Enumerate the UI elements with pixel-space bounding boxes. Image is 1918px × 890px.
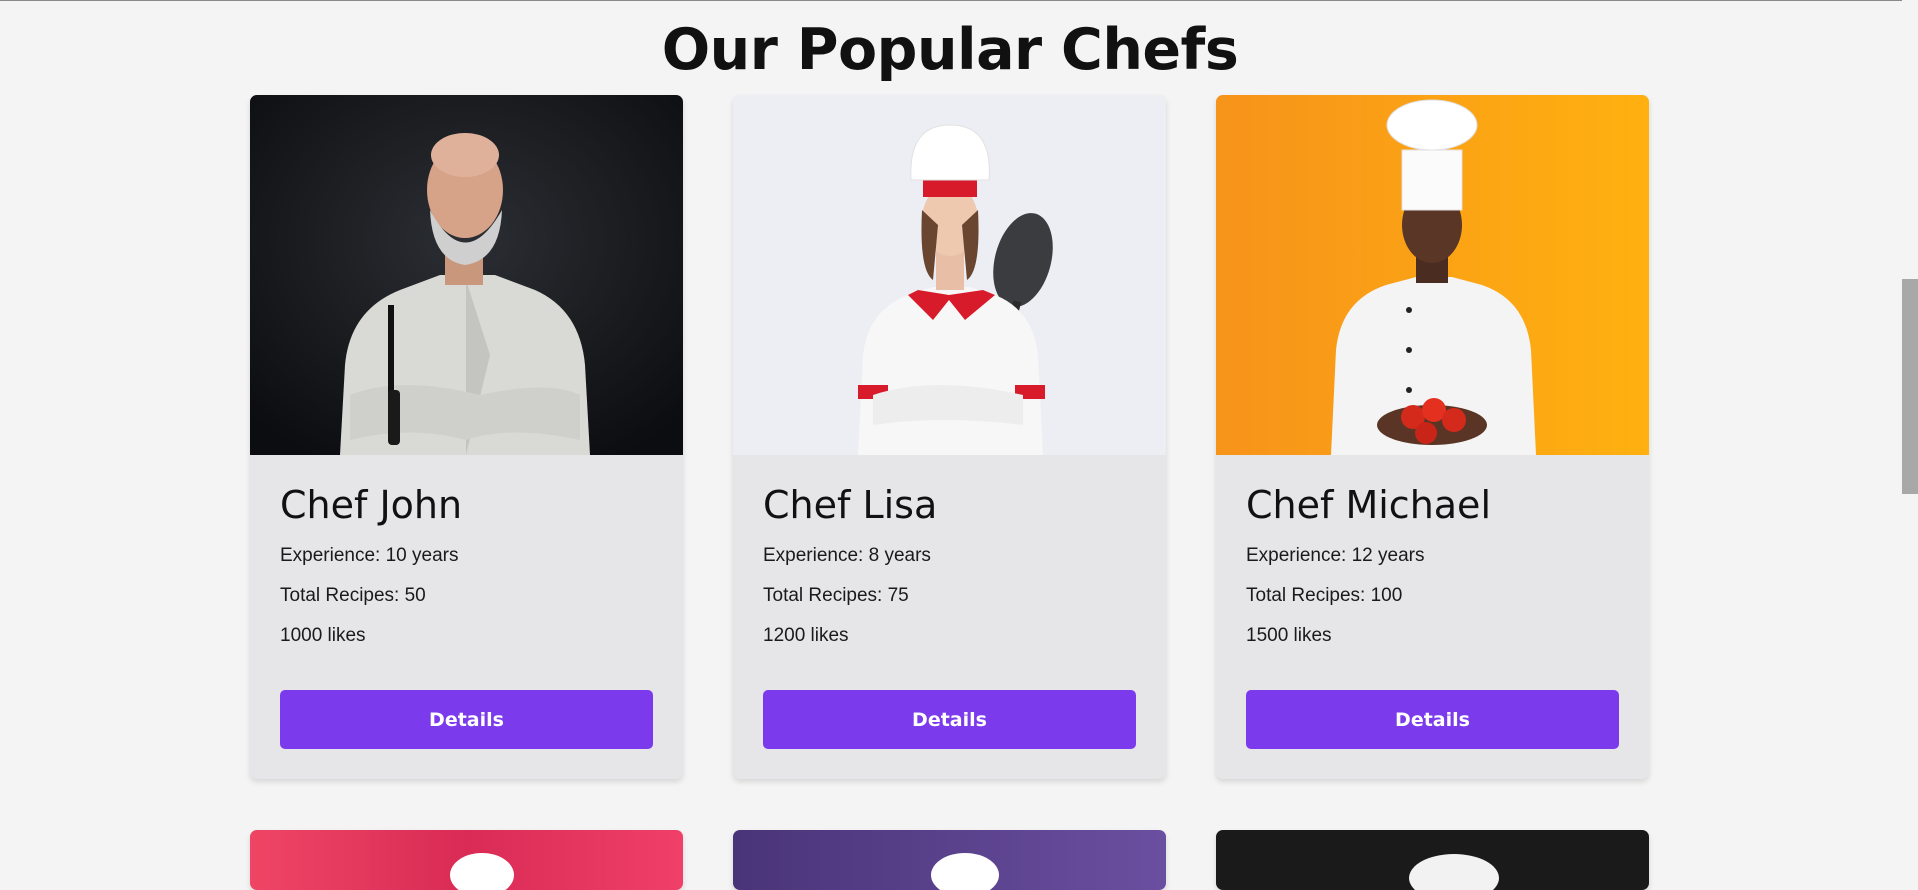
- chef-photo-john: [250, 95, 683, 455]
- details-button-john[interactable]: Details: [280, 690, 653, 749]
- chef-name: Chef Michael: [1246, 483, 1491, 527]
- chef-total-recipes: Total Recipes: 50: [280, 585, 426, 606]
- chef-photo-row2-1: [250, 830, 683, 890]
- chef-experience: Experience: 8 years: [763, 545, 931, 566]
- chef-photo-lisa: [733, 95, 1166, 455]
- chef-photo-row2-3: [1216, 830, 1649, 890]
- chef-photo-michael: [1216, 95, 1649, 455]
- chef-photo-row2-2: [733, 830, 1166, 890]
- chef-experience: Experience: 10 years: [280, 545, 459, 566]
- chef-total-recipes: Total Recipes: 75: [763, 585, 909, 606]
- chef-card-lisa: Chef Lisa Experience: 8 years Total Reci…: [733, 95, 1166, 779]
- chef-card-michael: Chef Michael Experience: 12 years Total …: [1216, 95, 1649, 779]
- chef-experience: Experience: 12 years: [1246, 545, 1425, 566]
- page-scrollbar[interactable]: [1902, 0, 1918, 871]
- details-button-michael[interactable]: Details: [1246, 690, 1619, 749]
- scrollbar-thumb[interactable]: [1902, 279, 1918, 494]
- details-button-lisa[interactable]: Details: [763, 690, 1136, 749]
- section-title: Our Popular Chefs: [661, 17, 1239, 83]
- chef-card-row2-1: [250, 830, 683, 890]
- chef-name: Chef John: [280, 483, 463, 527]
- chef-card-row2-3: [1216, 830, 1649, 890]
- chef-card-john: Chef John Experience: 10 years Total Rec…: [250, 95, 683, 779]
- chef-name: Chef Lisa: [763, 483, 938, 527]
- chef-likes: 1200 likes: [763, 625, 849, 646]
- top-divider: [0, 0, 1918, 1]
- chef-likes: 1500 likes: [1246, 625, 1332, 646]
- chef-card-row2-2: [733, 830, 1166, 890]
- chef-total-recipes: Total Recipes: 100: [1246, 585, 1403, 606]
- chef-likes: 1000 likes: [280, 625, 366, 646]
